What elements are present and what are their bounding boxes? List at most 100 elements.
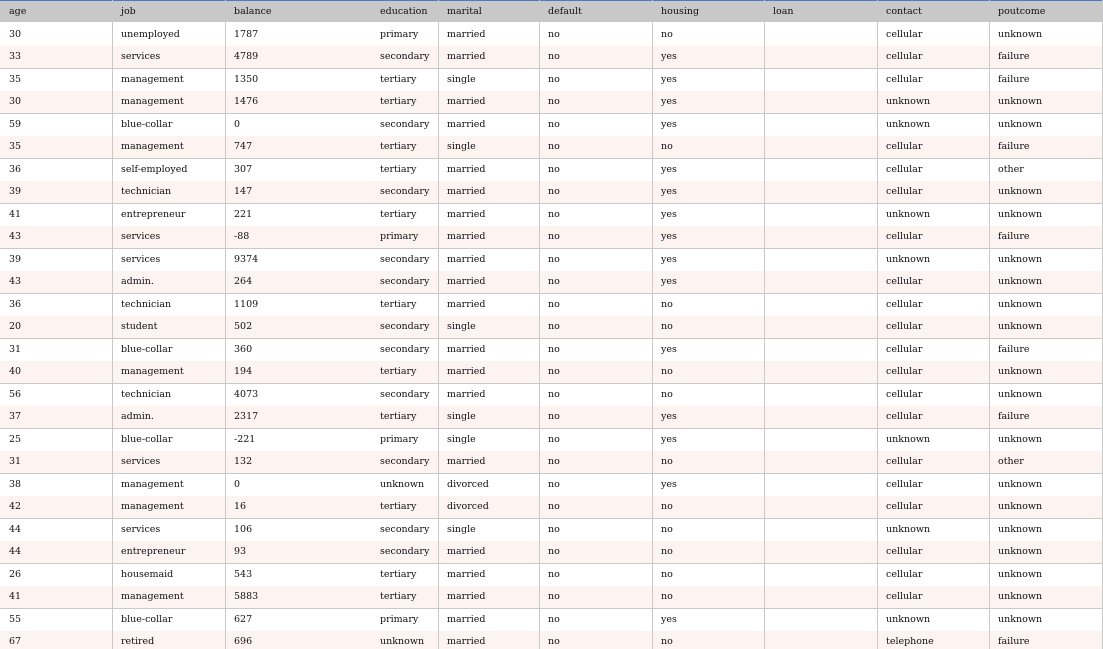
- column-divider: [112, 0, 113, 649]
- column-divider: [438, 0, 439, 649]
- cell-poutcome: failure: [998, 231, 1030, 243]
- cell-housing: no: [661, 321, 673, 333]
- cell-balance: 627: [234, 614, 253, 626]
- column-header-default: default: [548, 6, 582, 17]
- cell-job: technician: [121, 389, 172, 401]
- cell-poutcome: failure: [998, 74, 1030, 86]
- cell-poutcome: failure: [998, 141, 1030, 153]
- cell-poutcome: unknown: [998, 96, 1043, 108]
- cell-poutcome: unknown: [998, 209, 1043, 221]
- cell-marital: divorced: [447, 479, 489, 491]
- table-row: 36 technician 1109 tertiary married no no cellu…: [0, 293, 1103, 316]
- cell-age: 35: [9, 141, 22, 153]
- cell-education: unknown: [380, 479, 425, 491]
- cell-housing: no: [661, 141, 673, 153]
- cell-age: 41: [9, 209, 22, 221]
- cell-balance: 9374: [234, 254, 259, 266]
- cell-contact: unknown: [886, 96, 931, 108]
- cell-job: services: [121, 51, 161, 63]
- cell-loan: [764, 114, 877, 136]
- column-header-housing: housing: [661, 6, 700, 17]
- cell-poutcome: unknown: [998, 434, 1043, 446]
- cell-balance: 696: [234, 636, 253, 648]
- cell-age: 59: [9, 119, 22, 131]
- cell-marital: single: [447, 141, 476, 153]
- cell-housing: yes: [661, 186, 677, 198]
- table-row: 43 services -88 primary married no yes cellular…: [0, 225, 1103, 248]
- cell-education: tertiary: [380, 74, 417, 86]
- cell-age: 40: [9, 366, 22, 378]
- cell-job: management: [121, 74, 184, 86]
- cell-contact: unknown: [886, 434, 931, 446]
- cell-contact: cellular: [886, 299, 923, 311]
- cell-job: management: [121, 96, 184, 108]
- cell-job: student: [121, 321, 158, 333]
- cell-loan: [764, 69, 877, 91]
- cell-housing: yes: [661, 74, 677, 86]
- cell-housing: yes: [661, 96, 677, 108]
- cell-balance: 194: [234, 366, 253, 378]
- cell-housing: yes: [661, 51, 677, 63]
- cell-contact: unknown: [886, 119, 931, 131]
- cell-job: blue-collar: [121, 119, 173, 131]
- table-row: 36 self-employed 307 tertiary married no yes ce…: [0, 158, 1103, 181]
- cell-education: tertiary: [380, 569, 417, 581]
- cell-job: admin.: [121, 411, 154, 423]
- cell-housing: yes: [661, 119, 677, 131]
- cell-marital: single: [447, 434, 476, 446]
- cell-job: services: [121, 524, 161, 536]
- cell-loan: [764, 294, 877, 316]
- cell-contact: unknown: [886, 209, 931, 221]
- cell-poutcome: failure: [998, 344, 1030, 356]
- cell-marital: married: [447, 254, 486, 266]
- cell-default: no: [548, 276, 560, 288]
- cell-housing: yes: [661, 164, 677, 176]
- cell-job: retired: [121, 636, 155, 648]
- cell-contact: cellular: [886, 321, 923, 333]
- cell-loan: [764, 586, 877, 609]
- cell-loan: [764, 429, 877, 451]
- cell-marital: married: [447, 28, 486, 40]
- table-row: 37 admin. 2317 tertiary single no yes cellular f…: [0, 405, 1103, 429]
- cell-default: no: [548, 366, 560, 378]
- cell-balance: -221: [234, 434, 256, 446]
- cell-balance: 132: [234, 456, 253, 468]
- cell-loan: [764, 519, 877, 541]
- cell-education: tertiary: [380, 141, 417, 153]
- cell-contact: cellular: [886, 591, 923, 603]
- cell-balance: 360: [234, 344, 253, 356]
- cell-balance: 4073: [234, 389, 259, 401]
- cell-education: primary: [380, 434, 419, 446]
- cell-job: housemaid: [121, 569, 174, 581]
- cell-loan: [764, 406, 877, 429]
- cell-age: 35: [9, 74, 22, 86]
- cell-marital: married: [447, 546, 486, 558]
- cell-age: 33: [9, 51, 22, 63]
- cell-housing: yes: [661, 344, 677, 356]
- cell-age: 55: [9, 614, 22, 626]
- cell-contact: cellular: [886, 411, 923, 423]
- cell-job: management: [121, 479, 184, 491]
- cell-contact: telephone: [886, 636, 934, 648]
- cell-marital: married: [447, 164, 486, 176]
- cell-poutcome: failure: [998, 51, 1030, 63]
- cell-balance: 0: [234, 479, 241, 491]
- cell-loan: [764, 181, 877, 204]
- cell-housing: yes: [661, 276, 677, 288]
- table-row: 35 management 747 tertiary single no no cellula…: [0, 135, 1103, 158]
- cell-housing: yes: [661, 209, 677, 221]
- cell-age: 39: [9, 254, 22, 266]
- cell-default: no: [548, 321, 560, 333]
- cell-default: no: [548, 569, 560, 581]
- cell-job: management: [121, 141, 184, 153]
- cell-job: management: [121, 366, 184, 378]
- header-row: age job balance education marital default hous…: [0, 0, 1103, 22]
- cell-job: entrepreneur: [121, 546, 186, 558]
- cell-poutcome: unknown: [998, 254, 1043, 266]
- table-row: 59 blue-collar 0 secondary married no yes unkno…: [0, 113, 1103, 136]
- cell-loan: [764, 316, 877, 339]
- cell-marital: married: [447, 231, 486, 243]
- cell-housing: yes: [661, 231, 677, 243]
- cell-marital: single: [447, 524, 476, 536]
- cell-default: no: [548, 164, 560, 176]
